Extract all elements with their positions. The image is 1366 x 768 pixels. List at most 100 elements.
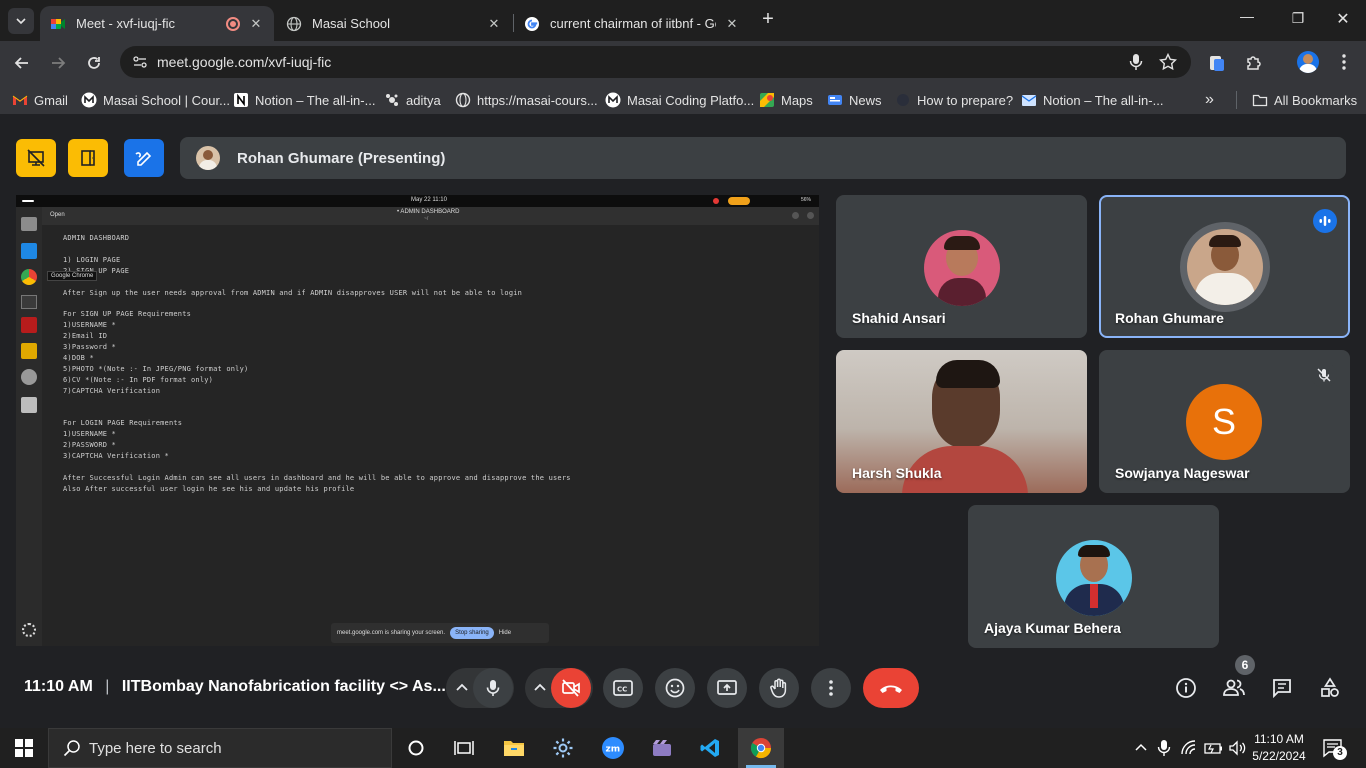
settings-app-button[interactable]: [543, 732, 583, 764]
start-button[interactable]: [4, 732, 44, 764]
chevron-up-icon: [534, 683, 546, 691]
close-tab-icon[interactable]: ✕: [248, 16, 264, 32]
folder-icon: [504, 741, 524, 756]
bookmarks-overflow-button[interactable]: »: [1205, 91, 1214, 109]
bookmark-aditya[interactable]: aditya: [384, 91, 441, 109]
windows-logo-icon: [15, 739, 33, 757]
arrow-right-icon: [52, 57, 66, 69]
new-tab-button[interactable]: +: [756, 8, 780, 32]
bookmark-gmail[interactable]: Gmail: [12, 91, 68, 109]
tab-search-button[interactable]: [8, 8, 34, 34]
raise-hand-button[interactable]: [759, 668, 799, 708]
task-view-button[interactable]: [444, 732, 484, 764]
hide-presentation-button[interactable]: [16, 139, 56, 177]
address-bar[interactable]: meet.google.com/xvf-iuqj-fic: [120, 46, 1191, 78]
restore-button[interactable]: ❐: [1283, 10, 1313, 34]
audio-options-button[interactable]: [452, 678, 472, 698]
tray-wifi[interactable]: [1181, 740, 1199, 756]
presenter-label: Rohan Ghumare (Presenting): [237, 149, 446, 167]
tab-google-search[interactable]: current chairman of iitbnf - Goo ✕: [514, 6, 750, 41]
document-line: 4)DOB *: [63, 353, 94, 362]
participant-tile[interactable]: S Sowjanya Nageswar: [1099, 350, 1350, 493]
menu-button[interactable]: [1334, 52, 1354, 72]
participant-tile[interactable]: Ajaya Kumar Behera: [968, 505, 1219, 648]
taskbar-search-box[interactable]: Type here to search: [48, 728, 392, 768]
close-window-button[interactable]: ✕: [1328, 9, 1358, 33]
tab-meet[interactable]: Meet - xvf-iuqj-fic ✕: [40, 6, 274, 41]
vscode-app-button[interactable]: [690, 732, 730, 764]
clipboard-extension-icon: [1210, 56, 1224, 71]
tray-microphone[interactable]: [1157, 739, 1171, 757]
all-bookmarks-button[interactable]: All Bookmarks: [1252, 91, 1357, 109]
bookmark-maps[interactable]: Maps: [759, 91, 813, 109]
bookmark-news[interactable]: News: [827, 91, 882, 109]
extension-button[interactable]: [1208, 53, 1226, 73]
participant-avatar: [924, 230, 1000, 306]
file-explorer-button[interactable]: [494, 732, 534, 764]
more-options-button[interactable]: [811, 668, 851, 708]
microphone-button[interactable]: [473, 668, 513, 708]
browser-toolbar: meet.google.com/xvf-iuqj-fic: [0, 41, 1366, 85]
emoji-icon: [665, 678, 685, 698]
close-tab-icon[interactable]: ✕: [486, 16, 502, 32]
present-now-button[interactable]: [707, 668, 747, 708]
meeting-details-button[interactable]: [1170, 672, 1202, 704]
activities-button[interactable]: [1314, 672, 1346, 704]
action-center-button[interactable]: 3: [1322, 738, 1347, 760]
bookmark-masai-courses[interactable]: https://masai-cours...: [455, 91, 598, 109]
stop-sharing-button[interactable]: Stop sharing: [450, 627, 494, 639]
site-settings-icon[interactable]: [132, 54, 148, 70]
close-tab-icon[interactable]: ✕: [724, 16, 740, 32]
document-line: 7)CAPTCHA Verification: [63, 386, 161, 395]
participant-name: Rohan Ghumare: [1115, 310, 1224, 326]
bookmark-masai-school[interactable]: Masai School | Cour...: [81, 91, 230, 109]
presentation-layout-button[interactable]: [68, 139, 108, 177]
zoom-app-button[interactable]: zm: [593, 732, 633, 764]
reactions-button[interactable]: [655, 668, 695, 708]
star-icon[interactable]: [1159, 53, 1177, 71]
chevron-up-icon: [456, 683, 468, 691]
chat-button[interactable]: [1266, 672, 1298, 704]
all-bookmarks-label: All Bookmarks: [1274, 92, 1358, 108]
people-button[interactable]: [1218, 672, 1250, 704]
camera-off-button[interactable]: [551, 668, 591, 708]
tray-volume[interactable]: [1228, 740, 1248, 756]
clipchamp-app-button[interactable]: [642, 732, 682, 764]
participant-tile[interactable]: Shahid Ansari: [836, 195, 1087, 338]
taskbar-clock[interactable]: 11:10 AM 5/22/2024: [1250, 731, 1308, 765]
zoom-icon: zm: [602, 737, 624, 759]
bookmark-label: Maps: [781, 92, 813, 108]
tab-masai-school[interactable]: Masai School ✕: [276, 6, 512, 41]
shared-battery: 56%: [801, 197, 812, 203]
participant-tile-active-speaker[interactable]: Rohan Ghumare: [1099, 195, 1350, 338]
bookmark-notion[interactable]: Notion – The all-in-...: [233, 91, 375, 109]
show-hidden-icons-button[interactable]: [1134, 741, 1148, 755]
dark-circle-icon: [897, 94, 909, 106]
bookmark-notion-2[interactable]: Notion – The all-in-...: [1021, 91, 1163, 109]
url-text[interactable]: meet.google.com/xvf-iuqj-fic: [157, 54, 331, 70]
back-button[interactable]: [12, 53, 32, 73]
leave-call-button[interactable]: [863, 668, 919, 708]
captions-button[interactable]: CC: [603, 668, 643, 708]
cortana-button[interactable]: [396, 732, 436, 764]
sharing-notice-text: meet.google.com is sharing your screen.: [337, 630, 446, 636]
microphone-icon[interactable]: [1128, 53, 1144, 71]
bookmark-how-to-prepare[interactable]: How to prepare?: [895, 91, 1013, 109]
news-icon: [828, 95, 842, 105]
profile-avatar[interactable]: [1297, 51, 1319, 73]
bookmarks-bar: Gmail Masai School | Cour... Notion – Th…: [0, 85, 1366, 115]
reload-button[interactable]: [84, 53, 104, 73]
annotate-button[interactable]: [124, 139, 164, 177]
document-line: For LOGIN PAGE Requirements: [63, 419, 183, 428]
tray-battery[interactable]: [1204, 740, 1224, 756]
chrome-app-button[interactable]: [738, 728, 784, 768]
extensions-button[interactable]: [1244, 53, 1264, 73]
participant-tile-video[interactable]: Harsh Shukla: [836, 350, 1087, 493]
document-line: 3)CAPTCHA Verification *: [63, 452, 169, 460]
bookmark-masai-coding[interactable]: Masai Coding Platfo...: [605, 91, 754, 109]
shared-window-subtitle: ~/: [424, 216, 429, 222]
forward-button[interactable]: [48, 53, 68, 73]
hide-notice-button[interactable]: Hide: [499, 630, 511, 636]
video-options-button[interactable]: [530, 678, 550, 698]
minimize-button[interactable]: —: [1232, 8, 1262, 32]
